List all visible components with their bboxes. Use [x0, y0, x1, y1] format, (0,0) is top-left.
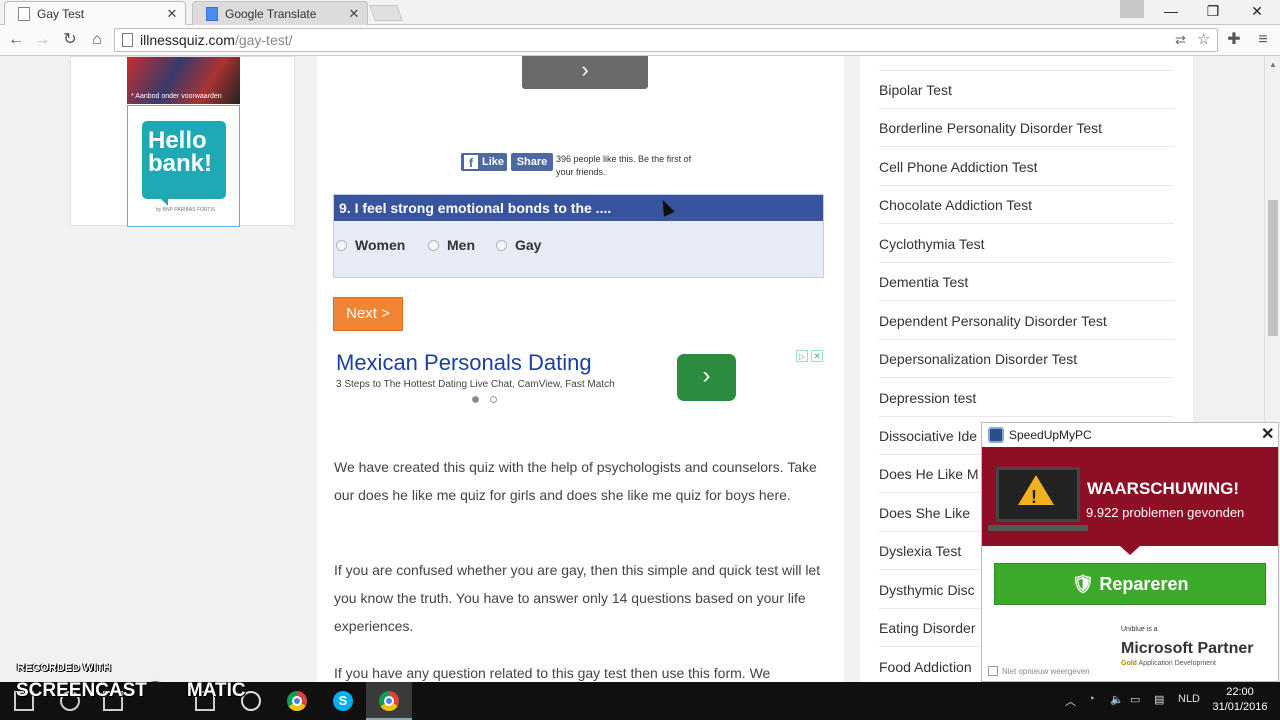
radio-button[interactable] [496, 239, 507, 251]
close-window-button[interactable]: ✕ [1236, 0, 1278, 24]
translate-icon[interactable]: ⇄ [1175, 29, 1186, 51]
chrome-icon[interactable] [379, 691, 399, 711]
option-gay[interactable]: Gay [496, 237, 541, 253]
sidebar-item[interactable]: Cyclothymia Test [879, 225, 1174, 263]
sidebar-item[interactable]: Dementia Test [879, 263, 1174, 301]
speedupmypc-popup: SpeedUpMyPC ✕ ! WAARSCHUWING! 9.922 prob… [981, 422, 1279, 682]
chevron-up-icon[interactable]: ︿ [1065, 693, 1076, 709]
user-icon[interactable] [1120, 0, 1144, 18]
exclamation-icon: ! [1031, 487, 1037, 507]
hello-bank-sub: by BNP PARIBAS FORTIS [156, 207, 216, 213]
close-icon[interactable]: ✕ [345, 6, 363, 22]
action-center-icon[interactable]: ▤ [1154, 693, 1164, 706]
article-paragraph: If you have any question related to this… [334, 665, 771, 681]
browser-toolbar: ← → ↻ ⌂ illnessquiz.com/gay-test/ ⇄ ☆ ✚ … [0, 25, 1280, 56]
skype-icon[interactable]: S [333, 691, 353, 711]
microsoft-partner-logo: Microsoft Partner [1121, 640, 1254, 657]
star-icon[interactable]: ☆ [1197, 29, 1210, 51]
partner-subtitle: Gold Application Development [1121, 660, 1216, 667]
scrollbar-thumb[interactable] [1268, 200, 1278, 336]
warning-title: WAARSCHUWING! [1087, 479, 1240, 498]
banner-pointer [1120, 546, 1140, 555]
facebook-icon: f [464, 155, 478, 170]
sidebar-item[interactable]: Bipolar Test [879, 71, 1174, 109]
home-icon[interactable]: ⌂ [86, 29, 108, 51]
partner-label: Uniblue is a [1121, 626, 1158, 633]
shield-icon: 🛡 [1071, 574, 1100, 594]
facebook-share-button[interactable]: Share [511, 153, 553, 171]
option-men[interactable]: Men [428, 237, 475, 253]
minimize-button[interactable]: — [1150, 0, 1192, 24]
reload-icon[interactable]: ↻ [59, 29, 81, 51]
tab-gay-test[interactable]: Gay Test ✕ [4, 1, 186, 25]
watermark-small: RECORDED WITH [17, 662, 112, 674]
back-icon[interactable]: ← [5, 29, 27, 51]
menu-icon[interactable]: ≡ [1252, 29, 1274, 51]
sidebar-item[interactable]: Depersonalization Disorder Test [879, 340, 1174, 378]
warning-banner: ! WAARSCHUWING! 9.922 problemen gevonden [982, 447, 1278, 546]
network-icon[interactable]: ◔ [1088, 693, 1095, 705]
sidebar-item[interactable]: Chocolate Addiction Test [879, 186, 1174, 224]
ad-caption: * Aanbod onder voorwaarden [131, 93, 222, 100]
system-clock[interactable]: 22:00 31/01/2016 [1208, 685, 1272, 715]
sidebar-item[interactable]: Borderline Personality Disorder Test [879, 109, 1174, 147]
carousel-dot[interactable] [472, 396, 479, 403]
ad-title[interactable]: Mexican Personals Dating [336, 350, 592, 376]
next-button[interactable]: Next > [333, 297, 403, 331]
question-title: 9. I feel strong emotional bonds to the … [334, 195, 823, 221]
sidebar-item[interactable] [879, 56, 1174, 71]
close-icon[interactable]: ✕ [163, 6, 181, 22]
article-paragraph: We have created this quiz with the help … [334, 459, 817, 503]
page-icon [18, 6, 30, 21]
extension-icon[interactable]: ✚ [1223, 29, 1245, 51]
article-paragraph: If you are confused whether you are gay,… [334, 562, 821, 634]
ad-arrow-button[interactable]: › [677, 354, 736, 401]
tab-google-translate[interactable]: Google Translate ✕ [192, 1, 368, 25]
scroll-up-icon[interactable]: ▲ [1265, 60, 1280, 69]
url-text: illnessquiz.com/gay-test/ [140, 32, 293, 48]
left-ad[interactable]: * Aanbod onder voorwaarden Hello bank! b… [70, 56, 295, 227]
ad-close-icon[interactable]: ✕ [811, 350, 823, 362]
repair-button[interactable]: 🛡 Repareren [994, 563, 1266, 605]
google-translate-icon [206, 6, 218, 21]
tab-title: Gay Test [37, 6, 85, 21]
option-women[interactable]: Women [336, 237, 405, 253]
address-bar[interactable]: illnessquiz.com/gay-test/ ⇄ ☆ [114, 28, 1218, 52]
facebook-like-button[interactable]: f Like [461, 153, 507, 171]
tab-title: Google Translate [225, 6, 317, 21]
hello-bank-logo: Hello bank! [142, 121, 226, 199]
slider-next-button[interactable]: › [522, 56, 648, 89]
sidebar-item[interactable]: Depression test [879, 379, 1174, 417]
quiz-question: 9. I feel strong emotional bonds to the … [333, 194, 824, 278]
language-indicator[interactable]: NLD [1178, 693, 1200, 705]
laptop-base [988, 525, 1088, 531]
radio-button[interactable] [336, 239, 347, 251]
like-count-text: 396 people like this. Be the first of yo… [556, 154, 692, 177]
app-icon [988, 427, 1004, 443]
battery-icon[interactable]: ▭ [1130, 693, 1140, 706]
new-tab-button[interactable] [369, 5, 403, 21]
carousel-dot[interactable] [490, 396, 497, 403]
chrome-icon[interactable] [287, 691, 307, 711]
popup-app-name: SpeedUpMyPC [1009, 428, 1092, 442]
sidebar-item[interactable]: Cell Phone Addiction Test [879, 148, 1174, 186]
forward-icon[interactable]: → [31, 29, 53, 51]
adchoices-icon[interactable]: ▷ [796, 350, 808, 362]
dont-show-checkbox[interactable]: Niet opnieuw weergeven [988, 666, 1090, 676]
radio-button[interactable] [428, 239, 439, 251]
popup-close-icon[interactable]: ✕ [1261, 423, 1274, 447]
popup-header: SpeedUpMyPC ✕ [982, 423, 1278, 447]
sidebar-item[interactable]: Dependent Personality Disorder Test [879, 302, 1174, 340]
checkbox[interactable] [988, 666, 998, 676]
page-icon [122, 33, 133, 47]
main-content: › f Like Share 396 people like this. Be t… [317, 56, 844, 682]
hello-bank-ad[interactable]: Hello bank! by BNP PARIBAS FORTIS [127, 105, 240, 227]
tab-strip: Gay Test ✕ Google Translate ✕ — ❐ ✕ [0, 0, 1280, 25]
restore-button[interactable]: ❐ [1192, 0, 1234, 24]
ad-subtitle: 3 Steps to The Hottest Dating Live Chat,… [336, 379, 615, 390]
watermark-big: SCREENCAST MATIC [16, 680, 246, 701]
volume-icon[interactable]: 🔈 [1110, 693, 1124, 706]
warning-text: 9.922 problemen gevonden [1086, 505, 1245, 520]
logo-tail [160, 198, 168, 206]
